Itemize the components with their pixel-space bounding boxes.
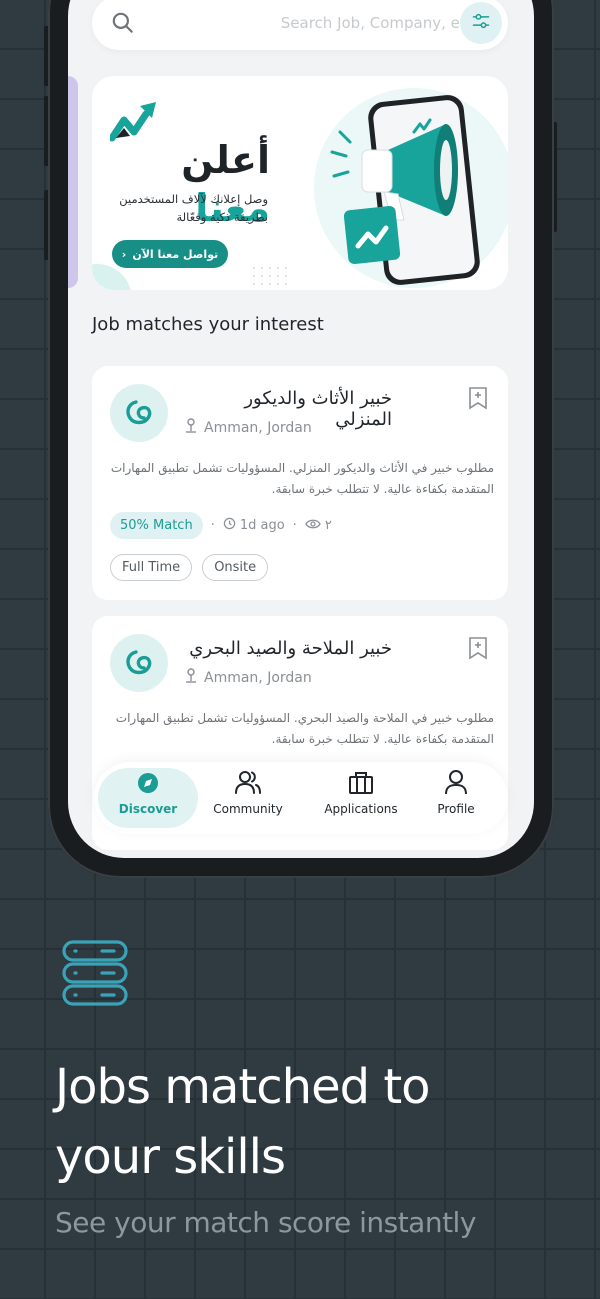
brand-badge-icon [343,206,401,268]
promo-headline: Jobs matched to your skills [55,1052,555,1192]
job-location: Amman, Jordan [184,418,312,438]
briefcase-icon [348,771,374,798]
search-bar[interactable] [92,0,508,50]
clock-icon [223,517,236,534]
nav-label: Discover [118,802,178,816]
search-input[interactable] [212,10,476,36]
promo-headline-line2: your skills [55,1129,286,1185]
people-icon [234,769,262,798]
location-pin-icon [184,418,198,438]
banner-subtitle: وصل إعلانك لآلاف المستخدمين بطريقة ذكية … [108,190,268,226]
job-description: مطلوب خبير في الملاحة والصيد البحري. الم… [115,711,494,746]
previous-banner-peek[interactable] [68,76,78,288]
bookmark-icon[interactable] [468,386,488,414]
job-meta: 50% Match · 1d ago · ٢ [110,512,332,539]
match-badge: 50% Match [110,512,203,539]
section-title: Job matches your interest [92,314,324,335]
server-stack-icon [62,940,128,1010]
job-location-text: Amman, Jordan [204,420,312,436]
person-icon [444,769,468,798]
dot-separator: · [210,518,215,533]
dot-grid-decoration [252,266,296,290]
posted-time: 1d ago [223,517,285,534]
job-location-text: Amman, Jordan [204,670,312,686]
filter-button[interactable] [460,2,502,44]
nav-item-profile[interactable]: Profile [406,768,506,828]
company-avatar [110,384,168,442]
banner-cta-label: تواصل معنا الآن [132,247,219,261]
chevron-left-icon: ‹ [121,247,127,261]
company-avatar [110,634,168,692]
search-icon[interactable] [110,10,136,40]
job-tag: Full Time [110,554,193,581]
location-pin-icon [184,668,198,688]
view-count-text: ٢ [324,518,332,533]
sliders-icon [471,11,491,35]
eye-icon [305,518,321,534]
nav-item-applications[interactable]: Applications [306,768,416,828]
phone-logo-icon [412,116,434,138]
job-description: مطلوب خبير في الأثاث والديكور المنزلي. ا… [110,461,494,496]
compass-icon [136,771,160,798]
ad-banner[interactable]: أعلن معنا وصل إعلانك لآلاف المستخدمين بط… [92,76,508,290]
nav-item-community[interactable]: Community [198,768,298,828]
job-card[interactable]: خبير الأثاث والديكور المنزلي Amman, Jord… [92,366,508,600]
banner-title-part1: أعلن [181,138,270,182]
job-title[interactable]: خبير الملاحة والصيد البحري [182,638,392,659]
nav-item-discover[interactable]: Discover [98,768,198,828]
nav-label: Applications [324,802,398,816]
dot-separator: · [292,518,297,533]
bottom-nav: Discover Community Applications Profile [94,762,508,834]
posted-time-text: 1d ago [239,518,285,533]
bookmark-icon[interactable] [468,636,488,664]
view-count: ٢ [305,518,332,534]
promo-subline: See your match score instantly [55,1206,476,1239]
job-tag: Onsite [202,554,269,581]
job-tags: Full Time Onsite [110,554,269,581]
nav-label: Community [213,802,283,816]
nav-label: Profile [437,802,475,816]
promo-headline-line1: Jobs matched to [55,1059,431,1115]
banner-subtitle-line1: وصل إعلانك لآلاف المستخدمين [119,192,268,206]
banner-cta-button[interactable]: تواصل معنا الآن ‹ [112,240,228,268]
job-location: Amman, Jordan [184,668,312,688]
phone-screen: أعلن معنا وصل إعلانك لآلاف المستخدمين بط… [68,0,534,858]
banner-subtitle-line2: بطريقة ذكية وفعّالة [176,210,268,224]
